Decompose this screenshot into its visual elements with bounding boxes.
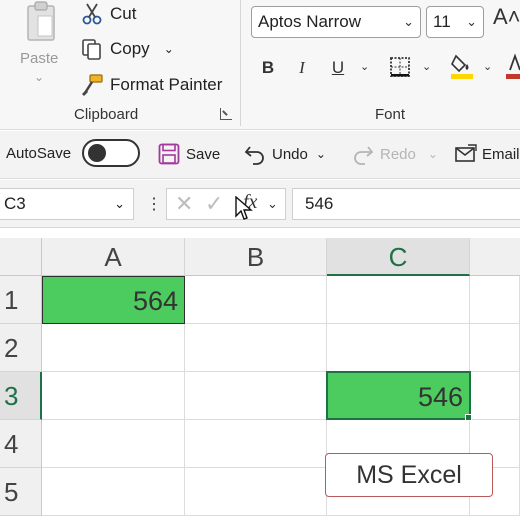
cell-c3[interactable]: 546 (326, 371, 471, 420)
column-header-c[interactable]: C (327, 238, 470, 276)
cell-a2[interactable] (42, 324, 185, 372)
fill-color-icon[interactable] (450, 52, 474, 80)
mouse-pointer-icon (235, 196, 253, 220)
redo-icon (354, 146, 374, 165)
cell-b2[interactable] (185, 324, 327, 372)
row-header-2[interactable]: 2 (0, 324, 42, 372)
cell-b5[interactable] (185, 468, 327, 516)
group-divider (240, 0, 241, 126)
chevron-down-icon[interactable]: ⌄ (164, 42, 174, 56)
undo-icon (244, 146, 264, 165)
ribbon: Paste ⌄ Cut Copy ⌄ Format Painter Clipbo… (0, 0, 520, 130)
column-header-b[interactable]: B (185, 238, 327, 276)
autosave-toggle[interactable] (82, 139, 140, 167)
save-icon (158, 143, 180, 165)
clipboard-group-label: Clipboard (74, 106, 139, 123)
cell-b3[interactable] (185, 372, 327, 420)
font-name-dropdown[interactable]: Aptos Narrow ⌄ (251, 6, 421, 38)
copy-label: Copy (110, 39, 150, 58)
chevron-down-icon: ⌄ (466, 14, 477, 29)
chevron-down-icon[interactable]: ⌄ (114, 189, 125, 219)
cell-a1[interactable]: 564 (42, 276, 185, 324)
chevron-down-icon[interactable]: ⌄ (428, 147, 438, 161)
row-header-5[interactable]: 5 (0, 468, 42, 516)
cell-d2[interactable] (470, 324, 520, 372)
column-header-a[interactable]: A (42, 238, 185, 276)
formula-controls: ✕ ✓ fx ⌄ (166, 188, 286, 220)
column-header-d[interactable] (470, 238, 520, 276)
save-button[interactable]: Save (158, 143, 220, 165)
borders-icon[interactable] (389, 56, 411, 78)
cell-c1[interactable] (327, 276, 470, 324)
name-box[interactable]: C3 ⌄ (0, 188, 134, 220)
font-size-dropdown[interactable]: 11 ⌄ (426, 6, 484, 38)
cell-b1[interactable] (185, 276, 327, 324)
more-options-icon[interactable]: ⋮ (146, 194, 162, 214)
font-size-value: 11 (433, 12, 451, 31)
cell-b4[interactable] (185, 420, 327, 468)
cell-d1[interactable] (470, 276, 520, 324)
email-icon (455, 144, 477, 162)
cell-a4[interactable] (42, 420, 185, 468)
check-icon[interactable]: ✓ (205, 191, 223, 217)
paste-button[interactable]: Paste ⌄ (18, 0, 66, 96)
toggle-knob (88, 144, 106, 162)
font-name-value: Aptos Narrow (258, 12, 361, 31)
copy-icon (82, 39, 101, 60)
chevron-down-icon[interactable]: ⌄ (267, 189, 278, 219)
font-group-label: Font (375, 106, 406, 123)
undo-button[interactable]: Undo ⌄ (244, 143, 326, 165)
formula-bar: C3 ⌄ ⋮ ✕ ✓ fx ⌄ 546 (0, 180, 520, 228)
format-painter-button[interactable]: Format Painter (80, 73, 222, 97)
formula-input[interactable]: 546 (292, 188, 520, 220)
email-label: Email (482, 145, 520, 163)
redo-button[interactable]: Redo ⌄ (352, 143, 438, 165)
cut-label: Cut (110, 4, 137, 23)
cell-d3[interactable] (471, 372, 520, 420)
paste-label: Paste (20, 50, 59, 67)
row-header-1[interactable]: 1 (0, 276, 42, 324)
cancel-icon[interactable]: ✕ (175, 191, 193, 217)
select-all-corner[interactable] (0, 238, 42, 276)
chevron-down-icon[interactable]: ⌄ (422, 60, 431, 73)
font-color-icon[interactable] (506, 52, 520, 80)
increase-font-size-button[interactable]: A˄ (493, 4, 520, 30)
chevron-down-icon[interactable]: ⌄ (316, 147, 326, 161)
italic-button[interactable]: I (292, 56, 312, 80)
chevron-down-icon[interactable]: ⌄ (360, 60, 369, 73)
scissors-icon (82, 3, 102, 25)
autosave-label: AutoSave (6, 145, 72, 162)
format-painter-label: Format Painter (110, 75, 223, 94)
undo-label: Undo (272, 145, 308, 163)
cut-button[interactable]: Cut (80, 2, 136, 26)
copy-button[interactable]: Copy ⌄ (80, 37, 174, 61)
bold-button[interactable]: B (258, 56, 278, 80)
clipboard-icon (27, 1, 55, 41)
fill-handle[interactable] (465, 414, 472, 421)
cell-a5[interactable] (42, 468, 185, 516)
cell-c2[interactable] (327, 324, 470, 372)
paintbrush-icon (82, 74, 103, 96)
dialog-launcher-icon[interactable] (220, 108, 232, 120)
name-box-value: C3 (4, 194, 26, 213)
formula-value: 546 (305, 194, 334, 213)
redo-label: Redo (380, 145, 416, 163)
chevron-down-icon: ⌄ (403, 14, 414, 29)
chevron-down-icon[interactable]: ⌄ (483, 60, 492, 73)
row-header-4[interactable]: 4 (0, 420, 42, 468)
quick-access-toolbar: AutoSave Save Undo ⌄ Redo ⌄ Email (0, 131, 520, 179)
cell-a3[interactable] (42, 372, 185, 420)
row-header-3[interactable]: 3 (0, 372, 42, 420)
email-button[interactable]: Email (454, 143, 520, 165)
ms-excel-label: MS Excel (325, 453, 493, 497)
chevron-down-icon[interactable]: ⌄ (34, 70, 44, 84)
underline-button[interactable]: U (328, 56, 348, 80)
save-label: Save (186, 145, 221, 163)
